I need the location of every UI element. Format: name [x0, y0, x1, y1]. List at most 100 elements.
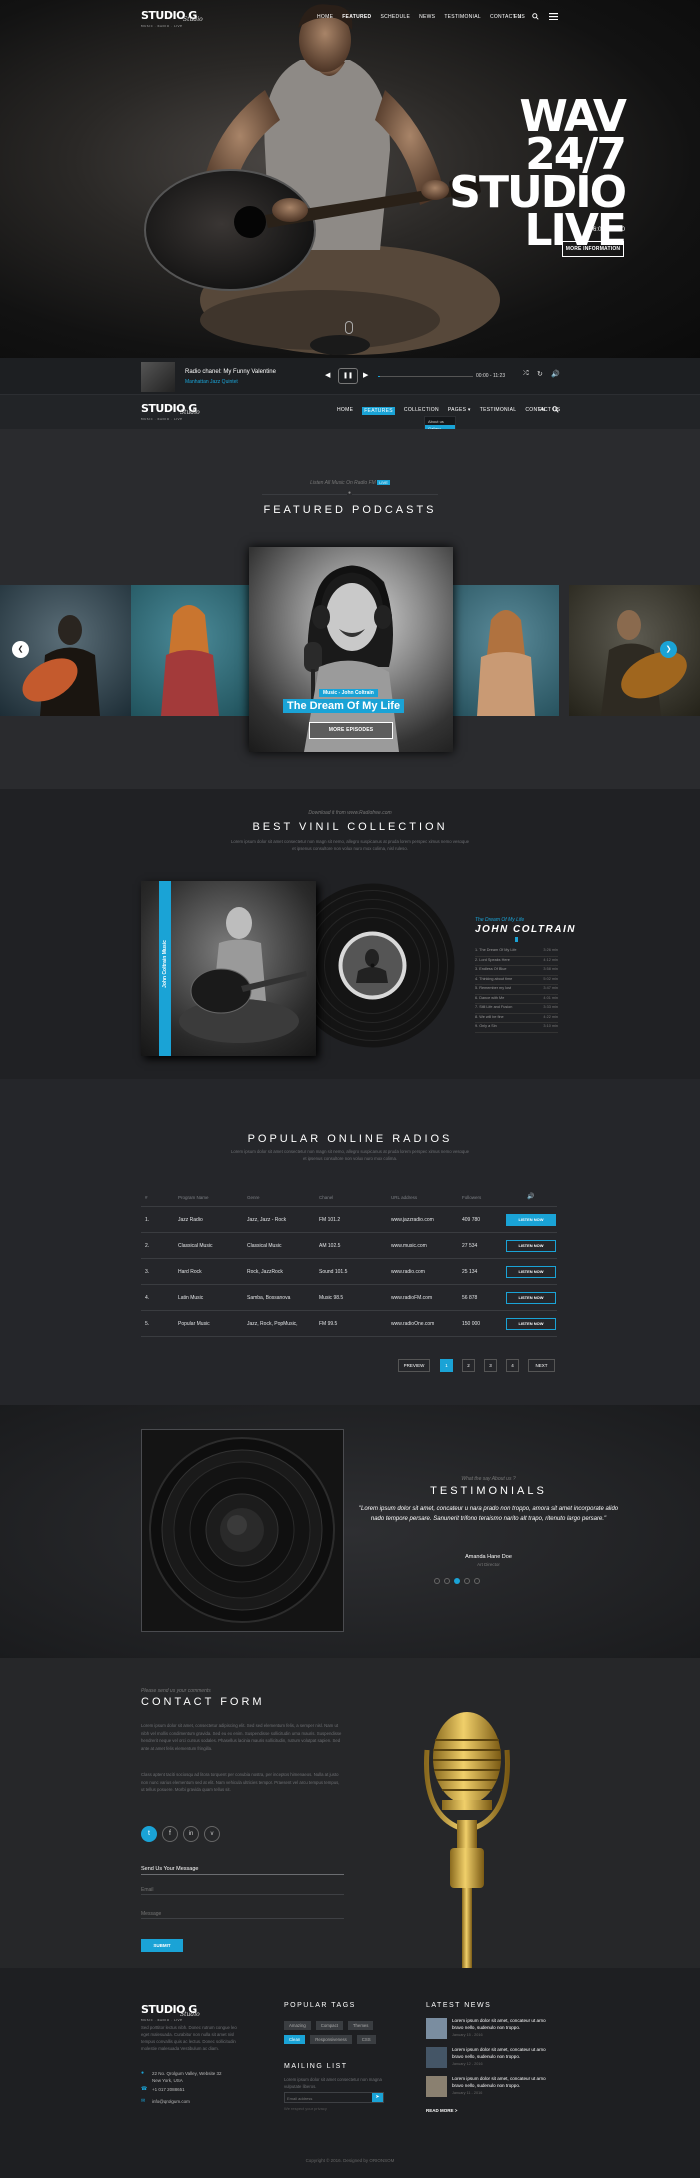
shuffle-icon[interactable]: ⤮ [523, 370, 529, 378]
track-time: 3:33 min [543, 1005, 558, 1009]
menu-icon[interactable] [549, 13, 558, 20]
repeat-icon[interactable]: ↻ [537, 370, 543, 378]
tag-amazing[interactable]: Amazing [284, 2021, 311, 2030]
news-item[interactable]: Lorem ipsum dolor sit amet, concateur ut… [426, 2047, 561, 2076]
guitarist-silhouette-2 [601, 610, 687, 716]
next-track-icon[interactable]: ▶ [363, 371, 368, 379]
pagination-page-1[interactable]: 1 [440, 1359, 453, 1372]
nav2-pages[interactable]: PAGES ▾ [448, 407, 471, 415]
cell-genre: Classical Music [247, 1243, 282, 1249]
facebook-icon[interactable]: f [162, 1826, 178, 1842]
sticky-search-icon[interactable] [552, 406, 559, 413]
track-row[interactable]: 4. Thinking about time 5:02 min [475, 976, 558, 985]
podcasts-subtitle: Listen All Music On Radio FM LIVE [0, 480, 700, 486]
nav2-features[interactable]: FEATURES [362, 407, 395, 415]
sticky-language-selector[interactable]: EN [538, 407, 546, 413]
nav2-testimonial[interactable]: TESTIMONIAL [480, 407, 517, 415]
volume-icon[interactable]: 🔊 [551, 370, 560, 378]
dot-2[interactable] [444, 1578, 450, 1584]
cell-followers: 25 134 [462, 1269, 478, 1275]
track-row[interactable]: 5. Remember my lost 3:47 min [475, 985, 558, 995]
vimeo-icon[interactable]: v [204, 1826, 220, 1842]
track-time: 3:58 min [543, 967, 558, 971]
nav-news[interactable]: NEWS [419, 14, 435, 20]
track-row[interactable]: 7. Still Life and Fusion 3:33 min [475, 1004, 558, 1014]
track-row[interactable]: 2. Lord Speaks Here 4:12 min [475, 957, 558, 966]
listen-now-button[interactable]: LISTEN NOW [506, 1318, 556, 1330]
cell-url[interactable]: www.jazzradio.com [391, 1217, 434, 1223]
cell-number: 5. [145, 1321, 150, 1327]
dot-5[interactable] [474, 1578, 480, 1584]
tag-css[interactable]: CSS [356, 2035, 376, 2044]
cell-url[interactable]: www.radioFM.com [391, 1295, 432, 1301]
vinyl-description-2: et ipsenus consultore non volux nuro mox… [292, 846, 408, 851]
carousel-next-button[interactable]: ❯ [660, 641, 677, 658]
dot-4[interactable] [464, 1578, 470, 1584]
more-episodes-button[interactable]: MORE EPISODES [309, 722, 393, 739]
pagination-preview[interactable]: PREVIEW [398, 1359, 430, 1372]
dot-3[interactable] [454, 1578, 460, 1584]
tag-responsiveness[interactable]: Responsiveness [310, 2035, 352, 2044]
podcast-card-featured[interactable]: Music - John Coltrain The Dream Of My Li… [249, 547, 453, 752]
news-thumbnail [426, 2076, 447, 2097]
tag-themes[interactable]: Themes [347, 2021, 374, 2030]
linkedin-icon[interactable]: in [183, 1826, 199, 1842]
featured-title: The Dream Of My Life [283, 699, 405, 713]
podcast-card-4[interactable] [453, 585, 559, 716]
submit-button[interactable]: SUBMIT [141, 1939, 183, 1952]
album-title: JOHN COLTRAIN [475, 924, 576, 935]
nav-schedule[interactable]: SCHEDULE [380, 14, 410, 20]
cell-url[interactable]: www.radio.com [391, 1269, 425, 1275]
cell-url[interactable]: www.radioOne.com [391, 1321, 434, 1327]
language-selector[interactable]: EN [514, 14, 522, 20]
read-more-link[interactable]: READ MORE > [426, 2108, 457, 2113]
nav2-home[interactable]: HOME [337, 407, 353, 415]
nav-home[interactable]: HOME [317, 14, 333, 20]
scroll-indicator[interactable] [345, 321, 353, 334]
nav2-collection[interactable]: COLLECTION [404, 407, 439, 415]
footer-email[interactable]: info@qrolgum.com [152, 2099, 190, 2104]
podcast-card-2[interactable] [131, 585, 249, 716]
pagination-page-2[interactable]: 2 [462, 1359, 475, 1372]
email-field[interactable] [141, 1885, 344, 1895]
cell-url[interactable]: www.music.com [391, 1243, 427, 1249]
tag-compact[interactable]: Compact [315, 2021, 343, 2030]
dropdown-about[interactable]: About us [425, 418, 455, 425]
previous-track-icon[interactable]: ◀ [325, 371, 330, 379]
track-name: 6. Dance with Me [475, 995, 505, 1000]
search-icon[interactable] [532, 13, 539, 20]
tag-clean[interactable]: Clean [284, 2035, 306, 2044]
news-item[interactable]: Lorem ipsum dolor sit amet, concateur ut… [426, 2076, 561, 2105]
carousel-prev-button[interactable]: ❮ [12, 641, 29, 658]
player-time: 00:00 - 11:23 [476, 373, 506, 379]
track-row[interactable]: 9. Only a Sin 3:10 min [475, 1023, 558, 1033]
track-row[interactable]: 6. Dance with Me 4:01 min [475, 995, 558, 1004]
twitter-icon[interactable]: t [141, 1826, 157, 1842]
progress-bar[interactable] [378, 376, 473, 377]
more-information-button[interactable]: MORE INFORMATION [562, 241, 624, 257]
dot-1[interactable] [434, 1578, 440, 1584]
message-field[interactable] [141, 1909, 344, 1919]
hero-hours: 06:00 - 24:00 [589, 227, 625, 233]
listen-now-button[interactable]: LISTEN NOW [506, 1292, 556, 1304]
track-row[interactable]: 1. The Dream Of My Life 3:26 min [475, 947, 558, 957]
pagination-page-4[interactable]: 4 [506, 1359, 519, 1372]
nav-featured[interactable]: FEATURED [342, 14, 371, 20]
nav-testimonial[interactable]: TESTIMONIAL [444, 14, 481, 20]
listen-now-button[interactable]: LISTEN NOW [506, 1240, 556, 1252]
sticky-nav: STUDIO G MUSIC · RADIO · LIVE Studio HOM… [0, 395, 700, 429]
pagination-page-3[interactable]: 3 [484, 1359, 497, 1372]
listen-now-button[interactable]: LISTEN NOW [506, 1214, 556, 1226]
pagination-next[interactable]: NEXT [528, 1359, 555, 1372]
footer-address-1: 22 No. Qrolgum Valley, Website 32 [152, 2071, 222, 2076]
podcast-card-5[interactable] [569, 585, 700, 716]
pause-button[interactable]: ❚❚ [338, 368, 358, 384]
mailing-send-button[interactable]: ➤ [372, 2093, 383, 2102]
listen-now-button[interactable]: LISTEN NOW [506, 1266, 556, 1278]
track-row[interactable]: 3. Endless Of Blue 3:58 min [475, 966, 558, 976]
news-item[interactable]: Lorem ipsum dolor sit amet, concateur ut… [426, 2018, 561, 2047]
mailing-email-input[interactable] [287, 2094, 367, 2102]
track-row[interactable]: 8. We will be fine 4:22 min [475, 1014, 558, 1023]
tags-list: Amazing Compact Themes Clean Responsiven… [284, 2021, 384, 2044]
cell-chanel: AM 102.5 [319, 1243, 341, 1249]
